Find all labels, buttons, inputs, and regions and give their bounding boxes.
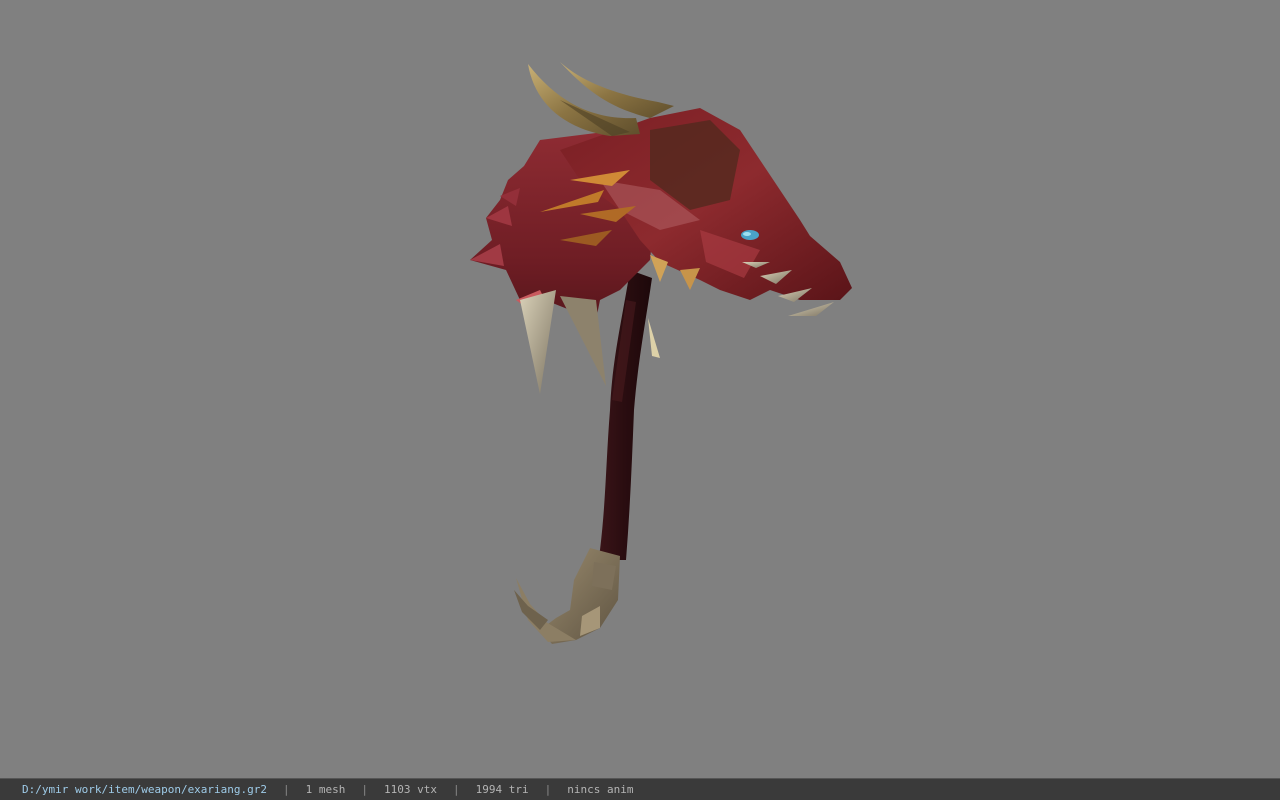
- mesh-count: 1 mesh: [305, 783, 346, 796]
- file-path: D:/ymir work/item/weapon/exariang.gr2: [22, 783, 268, 796]
- separator: |: [361, 783, 369, 796]
- separator: |: [283, 783, 290, 796]
- vertex-count: 1103 vtx: [384, 783, 438, 796]
- status-bar: D:/ymir work/item/weapon/exariang.gr2 | …: [0, 778, 1280, 800]
- mane-spike-1: [520, 290, 556, 394]
- separator: |: [453, 783, 460, 796]
- animation-status: nincs anim: [567, 783, 634, 796]
- weapon-model-render[interactable]: [0, 0, 1280, 778]
- separator: |: [544, 783, 552, 796]
- tooth-4: [788, 302, 834, 316]
- 3d-viewport[interactable]: [0, 0, 1280, 778]
- shaft: [596, 270, 652, 560]
- mane-spike-2: [560, 296, 606, 386]
- triangle-count: 1994 tri: [475, 783, 529, 796]
